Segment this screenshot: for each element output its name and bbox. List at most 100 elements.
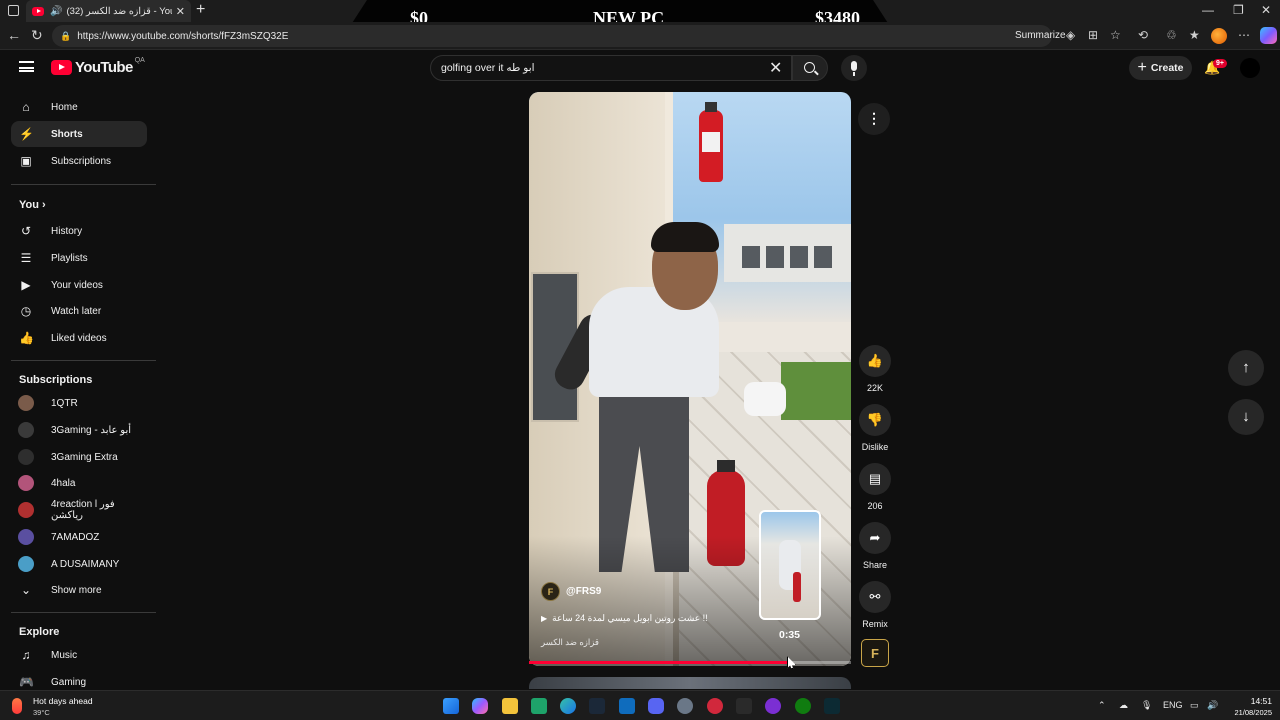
edge-icon[interactable] xyxy=(560,698,576,714)
weather-title[interactable]: Hot days ahead xyxy=(33,696,93,706)
sidebar-item-liked-videos[interactable]: 👍 Liked videos xyxy=(11,325,147,351)
sound-title[interactable]: قزازه ضد الكسر xyxy=(541,637,599,648)
next-short-button[interactable]: ↓ xyxy=(1228,399,1264,435)
clock-time[interactable]: 14:51 xyxy=(1236,696,1272,706)
progress-bar[interactable] xyxy=(529,661,851,664)
caption-text: عشت روتين ابويل ميسي لمدة 24 ساعة !! xyxy=(552,613,708,623)
maximize-button[interactable]: ❐ xyxy=(1233,3,1244,17)
close-window-button[interactable]: ✕ xyxy=(1261,3,1271,17)
favorites-icon[interactable]: ★ xyxy=(1189,28,1200,42)
file-explorer-icon[interactable] xyxy=(502,698,518,714)
new-tab-button[interactable]: + xyxy=(196,1,205,19)
copilot-taskbar-icon[interactable] xyxy=(472,698,488,714)
remix-button[interactable]: ⚯ Remix xyxy=(858,581,892,629)
channel-sound-tile[interactable]: F xyxy=(861,639,889,667)
you-heading[interactable]: You › xyxy=(19,199,46,211)
channel-avatar[interactable]: F xyxy=(541,582,560,601)
subscription-label: A DUSAIMANY xyxy=(51,558,120,570)
comments-button[interactable]: ▤ 206 xyxy=(858,463,892,511)
favorite-star-icon[interactable]: ☆ xyxy=(1110,28,1121,42)
channel-handle[interactable]: @FRS9 xyxy=(566,586,601,597)
sidebar-item-home[interactable]: ⌂ Home xyxy=(11,94,147,120)
profile-avatar[interactable] xyxy=(1211,28,1227,44)
terminal-icon[interactable] xyxy=(824,698,840,714)
tab-actions-icon[interactable] xyxy=(8,5,19,16)
account-avatar[interactable] xyxy=(1240,58,1260,78)
settings-more-icon[interactable]: ⋯ xyxy=(1238,28,1250,42)
time-remaining: 0:35 xyxy=(779,629,801,641)
sidebar-item-playlists[interactable]: ☰ Playlists xyxy=(11,245,147,271)
onedrive-icon[interactable]: ☁ xyxy=(1119,700,1128,711)
app-available-icon[interactable]: ⊞ xyxy=(1088,28,1098,42)
close-tab-icon[interactable]: ✕ xyxy=(176,5,185,18)
subscription-item[interactable]: 4hala xyxy=(11,470,147,496)
youtube-header: YouTube QA golfing over it ابو طه ✕ + Cr… xyxy=(0,50,1280,86)
summarize-button[interactable]: Summarize xyxy=(1015,30,1066,41)
subscription-item[interactable]: 3Gaming - أبو عابد xyxy=(11,417,147,443)
refresh-icon[interactable]: ↻ xyxy=(31,27,43,44)
clock-date[interactable]: 21/08/2025 xyxy=(1228,708,1272,717)
subscription-item[interactable]: 3Gaming Extra xyxy=(11,444,147,470)
search-input[interactable]: golfing over it ابو طه ✕ xyxy=(430,55,792,81)
subscription-item[interactable]: 7AMADOZ xyxy=(11,524,147,550)
clear-search-icon[interactable]: ✕ xyxy=(769,58,782,78)
chevron-up-icon[interactable]: ⌃ xyxy=(1098,700,1106,711)
youtube-logo[interactable]: YouTube QA xyxy=(51,57,145,76)
browser-essentials-icon[interactable]: ♲ xyxy=(1166,28,1177,42)
epic-games-icon[interactable] xyxy=(736,698,752,714)
show-more-button[interactable]: ⌄ Show more xyxy=(11,577,147,603)
menu-icon[interactable] xyxy=(19,61,34,72)
more-options-button[interactable]: ⋮ xyxy=(858,103,890,135)
speaker-icon[interactable]: 🔊 xyxy=(50,6,62,17)
dislike-button[interactable]: 👎 Dislike xyxy=(858,404,892,452)
volume-icon[interactable]: 🔊 xyxy=(1207,700,1218,711)
search-button[interactable] xyxy=(792,55,828,81)
sidebar-item-shorts[interactable]: ⚡ Shorts xyxy=(11,121,147,147)
app-purple-icon[interactable] xyxy=(765,698,781,714)
subscription-item[interactable]: 4reaction l فور رياكشن xyxy=(11,497,147,523)
next-short-preview[interactable] xyxy=(529,677,851,689)
browser-tab[interactable]: 🔊 (32) قزازه ضد الكسر - YouTube ✕ xyxy=(26,0,191,22)
create-button[interactable]: + Create xyxy=(1129,56,1192,80)
copilot-sparkle-icon[interactable]: ◈ xyxy=(1066,28,1075,42)
subscription-item[interactable]: 1QTR xyxy=(11,390,147,416)
share-icon: ➦ xyxy=(859,522,891,554)
settings-icon[interactable] xyxy=(677,698,693,714)
sidebar-item-subscriptions[interactable]: ▣ Subscriptions xyxy=(11,148,147,174)
preview-thumbnail[interactable] xyxy=(759,510,821,620)
minimize-button[interactable]: — xyxy=(1202,3,1214,17)
comment-icon: ▤ xyxy=(859,463,891,495)
xbox-icon[interactable] xyxy=(795,698,811,714)
app-red-icon[interactable] xyxy=(707,698,723,714)
start-icon[interactable] xyxy=(443,698,459,714)
sidebar-item-gaming[interactable]: 🎮 Gaming xyxy=(11,669,147,690)
display-icon[interactable]: ▭ xyxy=(1190,700,1199,711)
sidebar-item-your-videos[interactable]: ▶ Your videos xyxy=(11,272,147,298)
notification-badge: 9+ xyxy=(1213,59,1227,68)
sidebar-item-watch-later[interactable]: ◷ Watch later xyxy=(11,298,147,324)
sidebar-item-history[interactable]: ↺ History xyxy=(11,218,147,244)
language-indicator[interactable]: ENG xyxy=(1163,700,1183,710)
video-caption[interactable]: ▶ عشت روتين ابويل ميسي لمدة 24 ساعة !! xyxy=(541,613,708,624)
video-scene-car xyxy=(744,382,786,416)
share-button[interactable]: ➦ Share xyxy=(858,522,892,570)
site-info-icon[interactable]: 🔒 xyxy=(60,31,71,42)
sidebar-item-music[interactable]: ♫ Music xyxy=(11,642,147,668)
like-button[interactable]: 👍 22K xyxy=(858,345,892,393)
steam-icon[interactable] xyxy=(589,698,605,714)
previous-short-button[interactable]: ↑ xyxy=(1228,350,1264,386)
thumbs-up-icon: 👍 xyxy=(859,345,891,377)
discord-icon[interactable] xyxy=(648,698,664,714)
store-icon[interactable] xyxy=(619,698,635,714)
copilot-icon[interactable] xyxy=(1260,27,1277,44)
subscription-item[interactable]: A DUSAIMANY xyxy=(11,551,147,577)
voice-search-button[interactable] xyxy=(841,55,867,81)
chevron-right-icon: › xyxy=(42,199,46,211)
back-icon[interactable]: ← xyxy=(7,27,21,43)
microphone-icon[interactable]: 🎙 xyxy=(1141,700,1152,711)
subscriptions-icon: ▣ xyxy=(20,154,32,168)
extensions-icon[interactable]: ⟲ xyxy=(1138,28,1148,42)
weather-icon[interactable] xyxy=(12,698,22,714)
address-bar[interactable]: 🔒 https://www.youtube.com/shorts/fFZ3mSZ… xyxy=(52,25,1052,47)
app-icon[interactable] xyxy=(531,698,547,714)
